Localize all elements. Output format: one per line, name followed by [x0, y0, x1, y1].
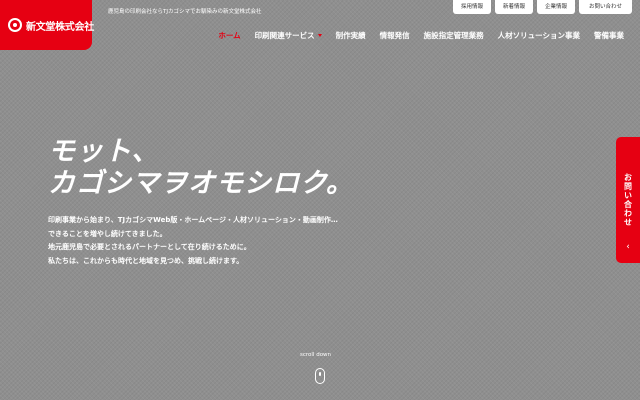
- hero-title-line2: カゴシマヲオモシロク。: [48, 168, 354, 199]
- nav-item-label: 警備事業: [594, 31, 624, 40]
- site-tagline: 鹿児島の印刷会社ならTJカゴシマでお馴染みの新文堂株式会社: [108, 9, 262, 15]
- hero-body-line: 私たちは、これからも時代と地域を見つめ、挑戦し続けます。: [48, 256, 244, 265]
- utility-nav: 採用情報 新着情報 企業情報 お問い合わせ: [452, 0, 632, 14]
- hero-body-line: できることを増やし続けてきました。: [48, 229, 167, 238]
- util-link-recruit[interactable]: 採用情報: [452, 0, 491, 14]
- nav-item-security[interactable]: 警備事業: [594, 30, 624, 41]
- nav-item-printing-services[interactable]: 印刷関連サービス: [255, 30, 322, 41]
- mouse-icon[interactable]: [315, 368, 325, 384]
- hero-title: モット、 カゴシマヲオモシロク。: [48, 136, 354, 200]
- logo-mark-icon: [8, 18, 22, 32]
- util-link-contact[interactable]: お問い合わせ: [578, 0, 632, 14]
- nav-item-facility-management[interactable]: 施設指定管理業務: [424, 30, 484, 41]
- nav-item-label: 施設指定管理業務: [423, 31, 484, 40]
- nav-item-label: ホーム: [218, 31, 241, 40]
- contact-side-tab[interactable]: お問い合わせ ‹: [616, 137, 640, 263]
- util-link-news[interactable]: 新着情報: [494, 0, 533, 14]
- hero-title-line1: モット、: [48, 136, 160, 167]
- contact-side-tab-label: お問い合わせ: [623, 173, 633, 227]
- scroll-down-label: scroll down: [300, 352, 332, 358]
- main-nav: ホーム 印刷関連サービス 制作実績 情報発信 施設指定管理業務 人材ソリューショ…: [218, 30, 624, 41]
- nav-item-label: 制作実績: [335, 31, 366, 40]
- nav-item-works[interactable]: 制作実績: [336, 30, 366, 41]
- nav-item-label: 印刷関連サービス: [254, 31, 315, 40]
- chevron-left-icon: ‹: [626, 242, 630, 252]
- nav-item-label: 情報発信: [379, 31, 410, 40]
- nav-item-label: 人材ソリューション事業: [497, 31, 580, 40]
- chevron-down-icon: [317, 34, 322, 37]
- util-link-company[interactable]: 企業情報: [536, 0, 575, 14]
- nav-item-info[interactable]: 情報発信: [380, 30, 410, 41]
- hero-body: 印刷事業から始まり、TJカゴシマWeb版・ホームページ・人材ソリューション・動画…: [48, 214, 338, 268]
- nav-item-home[interactable]: ホーム: [218, 30, 240, 41]
- nav-item-hr-solutions[interactable]: 人材ソリューション事業: [498, 30, 580, 41]
- logo-text: 新文堂株式会社: [26, 21, 94, 33]
- hero-body-line: 印刷事業から始まり、TJカゴシマWeb版・ホームページ・人材ソリューション・動画…: [48, 216, 338, 224]
- hero-body-line: 地元鹿児島で必要とされるパートナーとして在り続けるために。: [48, 243, 251, 251]
- site-logo[interactable]: 新文堂株式会社: [0, 0, 94, 50]
